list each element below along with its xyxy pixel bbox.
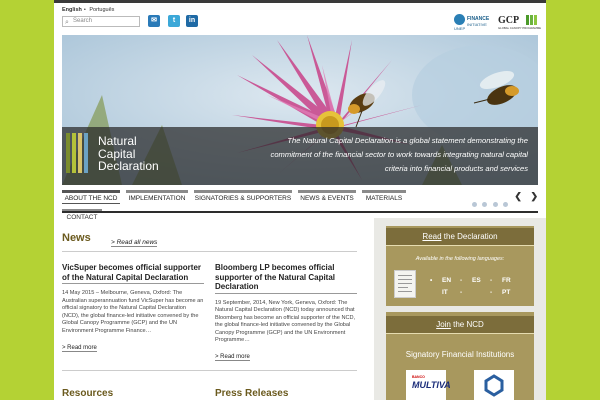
bank-logo-icon bbox=[484, 374, 504, 397]
ncd-logo-icon bbox=[66, 133, 92, 173]
unep-finance-logo[interactable]: FINANCE INITIATIVE UNEP bbox=[454, 14, 494, 31]
language-portuguese[interactable]: Português bbox=[89, 7, 114, 13]
gcp-logo[interactable]: GCP GLOBAL CANOPY PROGRAMME bbox=[498, 13, 541, 31]
news-article-title[interactable]: VicSuper becomes official supporter of t… bbox=[62, 263, 204, 284]
search-placeholder: Search bbox=[73, 18, 93, 24]
slider-dot[interactable] bbox=[503, 202, 508, 207]
language-dash: - bbox=[460, 289, 463, 296]
nav-about[interactable]: ABOUT THE NCD bbox=[62, 190, 120, 204]
news-article: Bloomberg LP becomes official supporter … bbox=[215, 263, 357, 363]
search-icon: ⌕ bbox=[65, 19, 69, 26]
chevron-right-icon[interactable]: ❯ bbox=[530, 191, 538, 201]
read-more-link[interactable]: > Read more bbox=[215, 354, 250, 362]
hero-banner: Natural Capital Declaration The Natural … bbox=[62, 35, 538, 185]
nav-materials[interactable]: MATERIALS bbox=[362, 190, 406, 204]
join-ncd-box: Join the NCD Signatory Financial Institu… bbox=[386, 312, 534, 400]
signatory-label: Signatory Financial Institutions bbox=[405, 350, 515, 359]
news-divider bbox=[62, 251, 357, 252]
read-all-news-link[interactable]: > Read all news bbox=[111, 239, 158, 247]
signatory-logo[interactable]: BANCO MULTIVA bbox=[406, 370, 451, 400]
slider-arrows: ❮ ❯ bbox=[508, 191, 538, 202]
lang-pt-link[interactable]: PT bbox=[502, 289, 510, 296]
twitter-icon[interactable]: t bbox=[168, 15, 180, 27]
email-icon[interactable]: ✉ bbox=[148, 15, 160, 27]
linkedin-icon[interactable]: in bbox=[186, 15, 198, 27]
page: English • Português ⌕ Search ✉ t in FINAN… bbox=[54, 0, 546, 400]
signatory-logo[interactable] bbox=[474, 370, 514, 400]
read-declaration-title[interactable]: Read the Declaration bbox=[386, 228, 534, 246]
header: English • Português ⌕ Search ✉ t in FINAN… bbox=[54, 0, 546, 34]
document-thumbnail[interactable] bbox=[394, 270, 416, 298]
search-input[interactable]: ⌕ Search bbox=[62, 16, 140, 27]
news-article-title[interactable]: Bloomberg LP becomes official supporter … bbox=[215, 263, 357, 294]
news-heading: News bbox=[62, 232, 91, 244]
language-separator: • bbox=[83, 7, 86, 13]
press-releases-heading[interactable]: Press Releases bbox=[215, 388, 288, 399]
news-article: VicSuper becomes official supporter of t… bbox=[62, 263, 204, 354]
slider-dot[interactable] bbox=[482, 202, 488, 207]
slider-dots bbox=[471, 194, 508, 212]
lang-es-link[interactable]: ES bbox=[472, 277, 481, 284]
section-divider bbox=[62, 370, 357, 371]
nav-news-events[interactable]: NEWS & EVENTS bbox=[298, 190, 356, 204]
language-dash: - bbox=[490, 277, 493, 284]
lang-en-link[interactable]: EN bbox=[442, 277, 451, 284]
slider-dot[interactable] bbox=[471, 202, 477, 207]
nav-implementation[interactable]: IMPLEMENTATION bbox=[126, 190, 188, 204]
hero-tagline: The Natural Capital Declaration is a glo… bbox=[270, 136, 528, 173]
language-dash: - bbox=[490, 289, 493, 296]
language-switcher: English • Português bbox=[62, 7, 116, 13]
lang-it-link[interactable]: IT bbox=[442, 289, 448, 296]
join-ncd-title[interactable]: Join the NCD bbox=[386, 316, 534, 334]
nav-divider bbox=[62, 211, 538, 213]
ncd-logo-text[interactable]: Natural Capital Declaration bbox=[98, 135, 159, 173]
resources-heading[interactable]: Resources bbox=[62, 388, 113, 399]
unep-globe-icon bbox=[454, 14, 465, 25]
read-more-link[interactable]: > Read more bbox=[62, 345, 97, 352]
news-article-body: 19 September, 2014, New York, Geneva, Ox… bbox=[215, 299, 356, 344]
read-declaration-box: Read the Declaration Available in the fo… bbox=[386, 226, 534, 306]
language-bullet: • bbox=[430, 277, 433, 284]
news-article-body: 14 May 2015 – Melbourne, Geneva, Oxford:… bbox=[62, 290, 204, 334]
nav-signatories[interactable]: SIGNATORIES & SUPPORTERS bbox=[194, 190, 292, 204]
language-dash: - bbox=[460, 277, 463, 284]
language-english[interactable]: English bbox=[62, 7, 82, 13]
chevron-left-icon[interactable]: ❮ bbox=[514, 191, 522, 201]
lang-fr-link[interactable]: FR bbox=[502, 277, 511, 284]
available-languages-label: Available in the following languages: bbox=[415, 256, 505, 262]
slider-dot[interactable] bbox=[492, 202, 498, 207]
